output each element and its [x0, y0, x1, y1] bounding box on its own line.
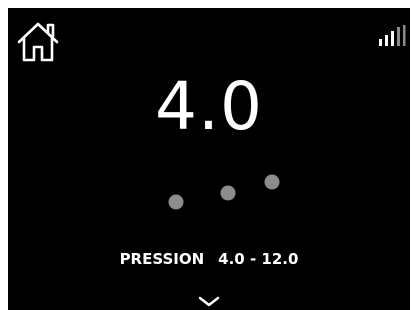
home-icon [17, 22, 59, 62]
signal-strength-indicator [378, 25, 406, 47]
pressure-info: PRESSION 4.0 - 12.0 [8, 250, 410, 268]
dot-2 [220, 185, 236, 201]
thermostat-screen: 4.0 PRESSION 4.0 - 12.0 [8, 8, 410, 310]
pressure-label: PRESSION [119, 250, 205, 268]
dot-1 [168, 194, 184, 210]
home-button[interactable] [16, 20, 60, 62]
scroll-down-button[interactable] [197, 295, 221, 309]
pressure-range: 4.0 - 12.0 [218, 250, 299, 268]
loading-dots [8, 168, 410, 228]
chevron-down-icon [198, 296, 220, 307]
dot-3 [264, 174, 280, 190]
signal-strength-icon [379, 25, 406, 46]
current-value: 4.0 [155, 68, 263, 145]
